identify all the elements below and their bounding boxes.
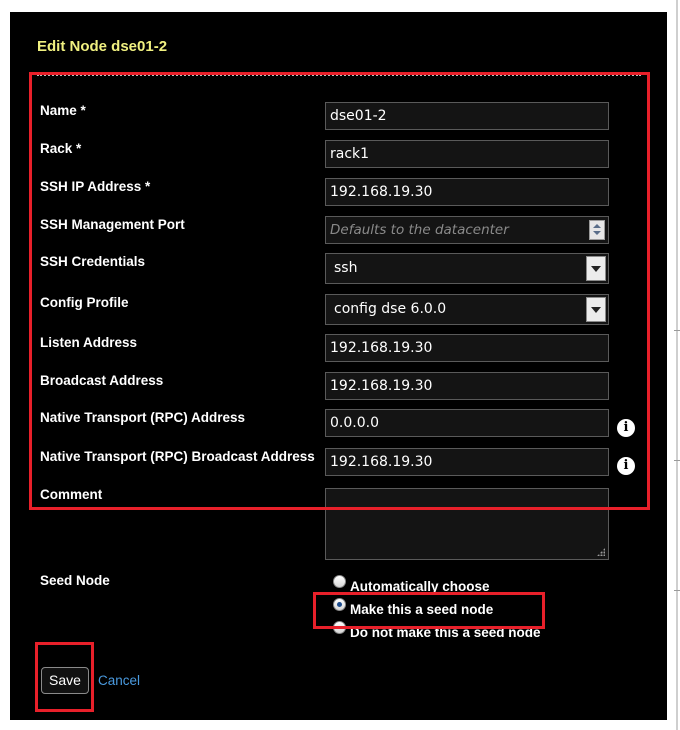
broadcast-address-input[interactable]: 192.168.19.30 [325,372,609,400]
ssh-port-label: SSH Management Port [40,217,185,232]
stepper-down-icon[interactable] [593,231,601,235]
dialog-title: Edit Node dse01-2 [37,38,168,55]
radio-button[interactable] [333,621,346,634]
seed-node-label: Seed Node [40,573,110,588]
name-label: Name * [40,103,86,118]
info-icon[interactable]: i [617,457,635,475]
ssh-ip-input[interactable]: 192.168.19.30 [325,178,609,206]
edge-tick [674,590,680,591]
stepper-up-icon[interactable] [593,224,601,228]
radio-button[interactable] [333,575,346,588]
listen-address-input[interactable]: 192.168.19.30 [325,334,609,362]
cancel-link[interactable]: Cancel [98,673,140,688]
rack-label: Rack * [40,141,82,156]
radio-button-selected[interactable] [333,598,346,611]
broadcast-address-label: Broadcast Address [40,373,164,388]
edge-tick [674,460,680,461]
rack-input[interactable]: rack1 [325,140,609,168]
native-rpc-address-input[interactable]: 0.0.0.0 [325,409,609,437]
comment-label: Comment [40,487,103,502]
config-profile-select[interactable]: config dse 6.0.0 [325,294,609,325]
radio-label: Do not make this a seed node [350,625,541,640]
radio-label: Automatically choose [350,579,490,594]
ssh-port-placeholder: Defaults to the datacenter [330,222,509,238]
comment-textarea[interactable] [325,488,609,560]
ssh-credentials-value: ssh [334,260,358,276]
title-divider [37,74,641,76]
native-rpc-address-label: Native Transport (RPC) Address [40,410,246,425]
native-rpc-broadcast-input[interactable]: 192.168.19.30 [325,448,609,476]
ssh-credentials-label: SSH Credentials [40,254,146,269]
ssh-port-input[interactable]: Defaults to the datacenter [325,216,609,244]
chevron-down-icon[interactable] [586,256,606,281]
ssh-ip-label: SSH IP Address * [40,179,151,194]
resize-grip-icon[interactable] [597,548,605,556]
config-profile-value: config dse 6.0.0 [334,301,447,317]
edge-tick [674,330,680,331]
radio-label: Make this a seed node [350,602,494,617]
native-rpc-broadcast-label: Native Transport (RPC) Broadcast Address [40,449,315,464]
save-button[interactable]: Save [41,667,89,694]
chevron-down-icon[interactable] [586,297,606,322]
window-edge [676,0,678,730]
info-icon[interactable]: i [617,419,635,437]
port-stepper[interactable] [589,220,605,240]
name-input[interactable]: dse01-2 [325,102,609,130]
config-profile-label: Config Profile [40,295,129,310]
listen-address-label: Listen Address [40,335,138,350]
ssh-credentials-select[interactable]: ssh [325,253,609,284]
